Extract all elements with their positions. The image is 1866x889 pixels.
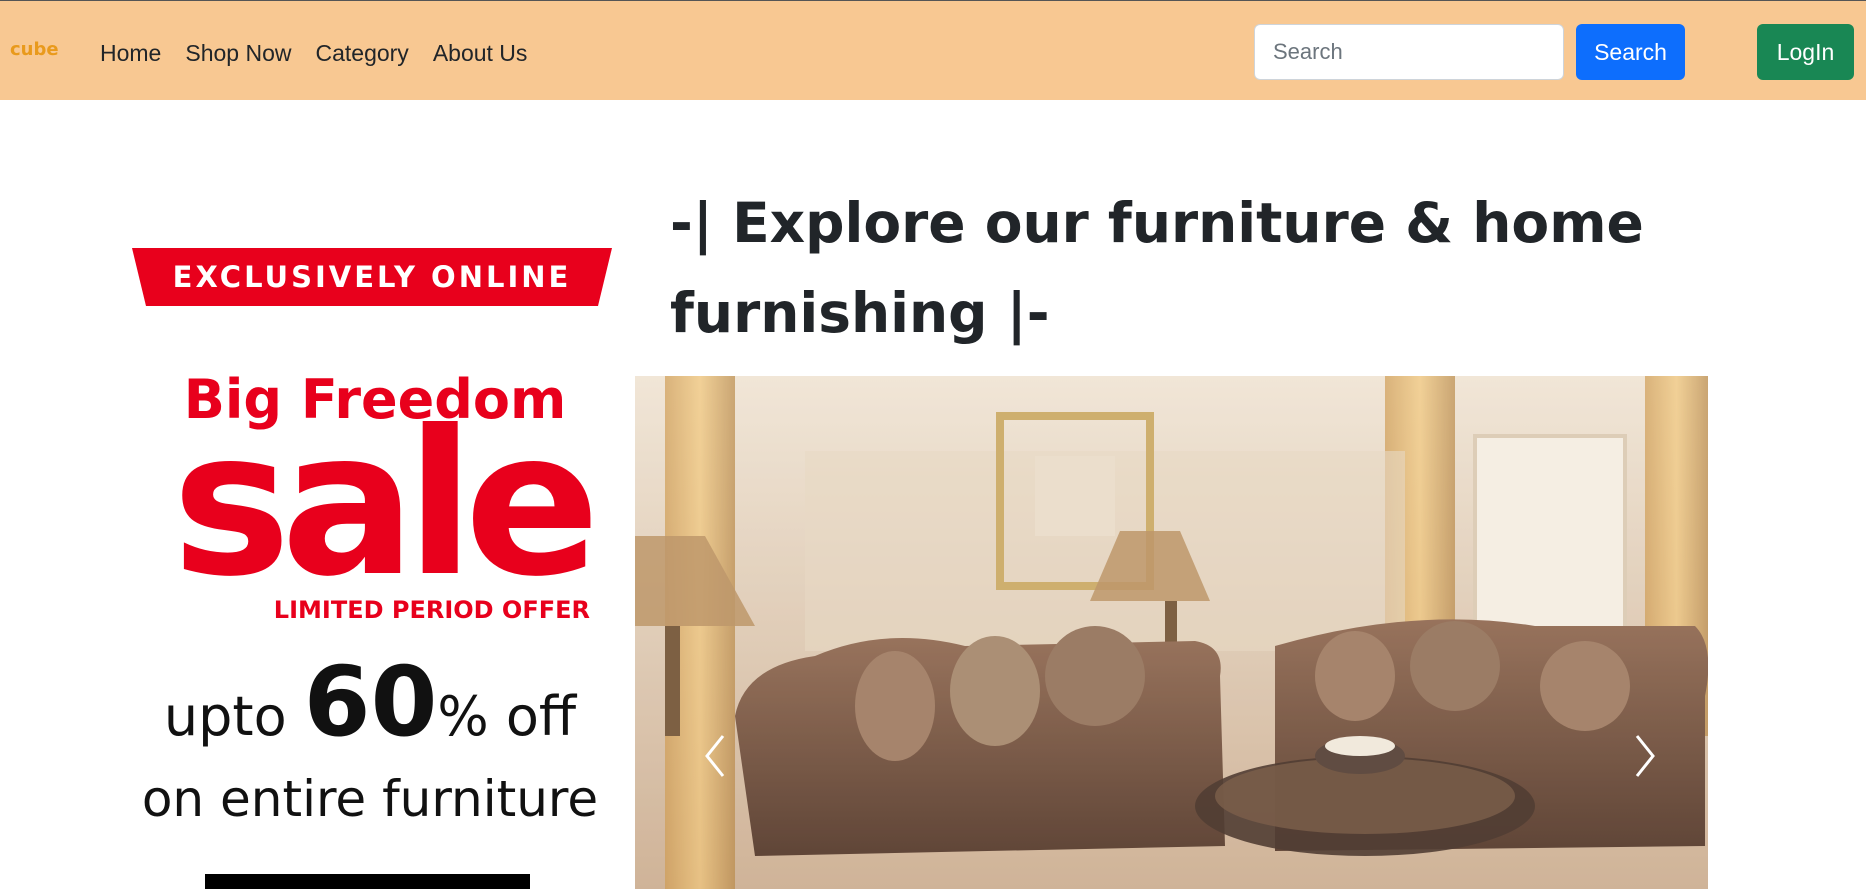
login-button[interactable]: LogIn — [1757, 24, 1854, 80]
promo-limited-text: LIMITED PERIOD OFFER — [273, 596, 590, 624]
carousel-prev[interactable] — [695, 726, 735, 786]
chevron-right-icon — [1635, 735, 1655, 777]
search-input[interactable] — [1254, 24, 1564, 80]
nav-link-about-us[interactable]: About Us — [433, 37, 528, 69]
chevron-left-icon — [705, 735, 725, 777]
hero-carousel[interactable] — [635, 376, 1708, 889]
promo-banner[interactable]: EXCLUSIVELY ONLINE Big Freedom sale LIMI… — [110, 230, 630, 889]
brand-logo-text: cube — [10, 39, 59, 60]
brand-logo[interactable]: cube — [8, 35, 68, 65]
carousel-slide-image — [635, 376, 1708, 889]
page-heading: -| Explore our furniture & home furnishi… — [670, 191, 1644, 345]
nav-link-category[interactable]: Category — [315, 37, 408, 69]
carousel-next[interactable] — [1625, 726, 1665, 786]
promo-sale-text: sale — [171, 388, 600, 621]
nav-link-home[interactable]: Home — [100, 37, 161, 69]
promo-offer-suffix: % off — [437, 685, 577, 748]
nav-link-shop-now[interactable]: Shop Now — [185, 37, 291, 69]
promo-shop-button[interactable] — [205, 874, 530, 889]
promo-offer-number: 60 — [303, 646, 438, 758]
promo-offer-prefix: upto — [163, 685, 287, 748]
promo-offer-line2: on entire furniture — [141, 770, 599, 828]
search-button[interactable]: Search — [1576, 24, 1685, 80]
navbar: cube Home Shop Now Category About Us Sea… — [0, 0, 1866, 100]
promo-offer-line1: upto 60% off — [110, 654, 630, 750]
promo-ribbon-text: EXCLUSIVELY ONLINE — [172, 260, 572, 294]
nav-links: Home Shop Now Category About Us — [100, 37, 527, 69]
